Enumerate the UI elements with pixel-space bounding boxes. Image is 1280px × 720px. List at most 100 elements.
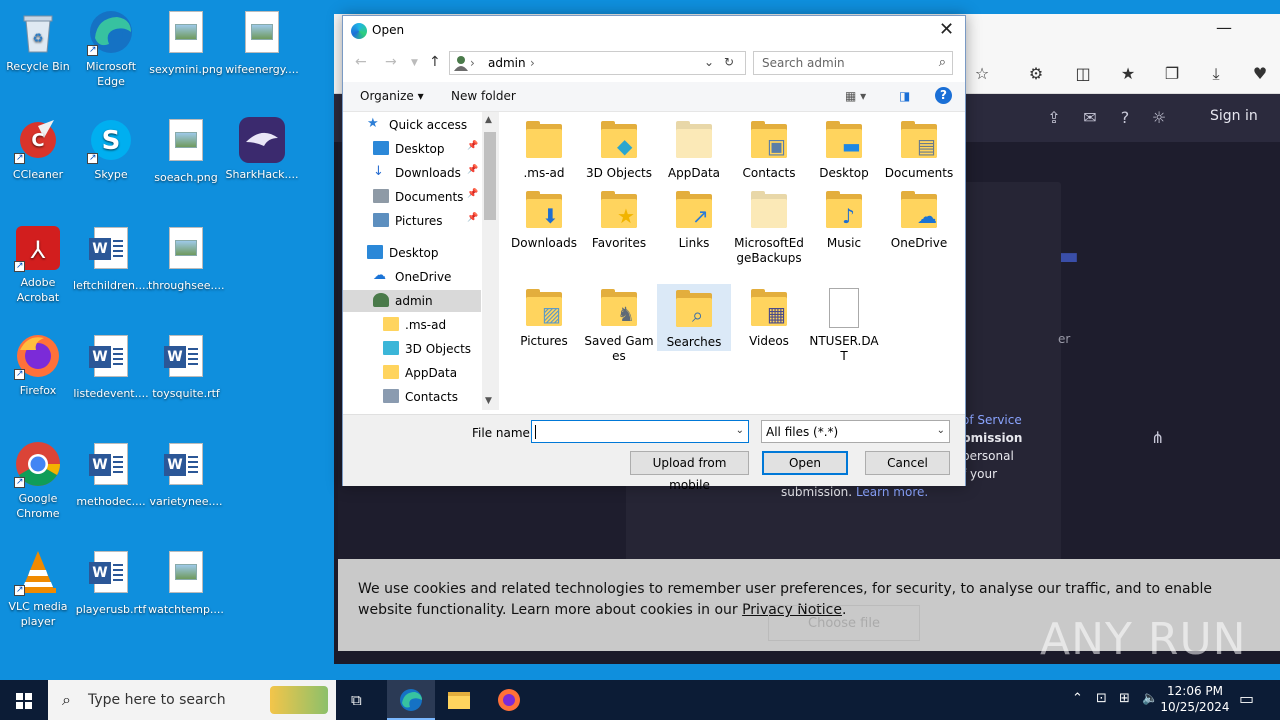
up-arrow-icon[interactable]: ↑ bbox=[429, 54, 441, 70]
split-screen-icon[interactable]: ◫ bbox=[1073, 64, 1093, 84]
file-tile[interactable]: ◆ 3D Objects bbox=[582, 116, 656, 181]
desktop-icon-word-file[interactable]: W playerusb.rtf bbox=[73, 548, 149, 617]
desktop-icon-image-file[interactable]: soeach.png bbox=[148, 116, 224, 185]
waveform-icon[interactable]: ⋔ bbox=[1151, 428, 1164, 447]
chevron-down-icon[interactable]: ⌄ bbox=[937, 425, 945, 436]
learn-more-link[interactable]: Learn more. bbox=[856, 485, 928, 499]
search-highlight-icon[interactable] bbox=[270, 686, 328, 714]
scroll-thumb[interactable] bbox=[484, 132, 496, 220]
nav-item[interactable]: Desktop 📌 bbox=[343, 138, 481, 160]
clock[interactable]: 12:06 PM 10/25/2024 bbox=[1160, 683, 1230, 715]
file-tile[interactable]: ♞ Saved Games bbox=[582, 284, 656, 364]
file-tile[interactable]: ☁ OneDrive bbox=[882, 186, 956, 251]
chevron-down-icon[interactable]: ⌄ bbox=[736, 425, 744, 436]
task-view-button[interactable]: ⧉ bbox=[336, 680, 384, 720]
desktop-icon-word-file[interactable]: W toysquite.rtf bbox=[148, 332, 224, 401]
show-hidden-icons-chevron-icon[interactable]: ⌃ bbox=[1072, 691, 1083, 706]
browser-essentials-icon[interactable]: ♥ bbox=[1250, 64, 1270, 84]
cancel-button[interactable]: Cancel bbox=[865, 451, 950, 475]
file-type-select[interactable]: All files (*.*) ⌄ bbox=[761, 420, 950, 443]
desktop-icon-acrobat[interactable]: ⅄ Adobe Acrobat bbox=[0, 224, 76, 305]
downloads-icon[interactable]: ⤓ bbox=[1206, 64, 1226, 84]
file-tile[interactable]: ♪ Music bbox=[807, 186, 881, 251]
file-tile[interactable]: NTUSER.DAT bbox=[807, 284, 881, 364]
file-tile[interactable]: ↗ Links bbox=[657, 186, 731, 251]
file-tile[interactable]: ▬ Desktop bbox=[807, 116, 881, 181]
theme-toggle-icon[interactable]: ☼ bbox=[1149, 108, 1169, 128]
forward-arrow-icon[interactable]: → bbox=[385, 54, 397, 70]
back-arrow-icon[interactable]: ← bbox=[355, 54, 367, 70]
taskbar-search[interactable]: ⌕ Type here to search bbox=[48, 680, 336, 720]
file-tile[interactable]: ▤ Documents bbox=[882, 116, 956, 181]
desktop-icon-firefox[interactable]: Firefox bbox=[0, 332, 76, 398]
new-folder-button[interactable]: New folder bbox=[451, 89, 516, 103]
nav-item[interactable]: .ms-ad bbox=[343, 314, 481, 336]
close-icon[interactable]: ✕ bbox=[939, 19, 954, 40]
desktop-icon-word-file[interactable]: W leftchildren.... bbox=[73, 224, 149, 293]
view-options-icon[interactable]: ▦ ▾ bbox=[845, 89, 866, 103]
navigation-scrollbar[interactable]: ▲ ▼ bbox=[482, 112, 499, 410]
nav-item[interactable]: Contacts bbox=[343, 386, 481, 408]
breadcrumb-admin[interactable]: admin bbox=[488, 56, 526, 70]
sign-in-button[interactable]: Sign in bbox=[1210, 108, 1258, 124]
favorites-icon[interactable]: ★ bbox=[1118, 64, 1138, 84]
desktop-icon-vlc[interactable]: VLC media player bbox=[0, 548, 76, 629]
collections-icon[interactable]: ❐ bbox=[1162, 64, 1182, 84]
address-dropdown-icon[interactable]: ⌄ bbox=[704, 55, 714, 69]
nav-item[interactable]: Desktop bbox=[343, 242, 481, 264]
organize-button[interactable]: Organize ▾ bbox=[360, 89, 424, 103]
desktop-icon-word-file[interactable]: W methodec.... bbox=[73, 440, 149, 509]
taskbar-file-explorer[interactable] bbox=[435, 680, 483, 720]
scroll-down-icon[interactable]: ▼ bbox=[485, 396, 492, 406]
desktop-icon-image-file[interactable]: watchtemp.... bbox=[148, 548, 224, 617]
scroll-up-icon[interactable]: ▲ bbox=[485, 115, 492, 125]
help-icon[interactable]: ? bbox=[935, 87, 952, 104]
desktop-icon-image-file[interactable]: throughsee.... bbox=[148, 224, 224, 293]
extensions-icon[interactable]: ⚙ bbox=[1026, 64, 1046, 84]
breadcrumb-separator-icon[interactable]: › bbox=[530, 56, 535, 70]
recent-locations-chevron-icon[interactable]: ▼ bbox=[411, 58, 418, 68]
desktop-icon-recycle-bin[interactable]: ♻ Recycle Bin bbox=[0, 8, 76, 74]
file-tile[interactable]: ⬇ Downloads bbox=[507, 186, 581, 251]
desktop-icon-sharkhack[interactable]: SharkHack.... bbox=[224, 116, 300, 182]
network-icon[interactable]: ⊞ bbox=[1119, 691, 1130, 706]
nav-item[interactable]: admin bbox=[343, 290, 481, 312]
desktop-icon-word-file[interactable]: W listedevent.... bbox=[73, 332, 149, 401]
nav-item[interactable]: ★ Quick access bbox=[343, 114, 481, 136]
choose-file-button[interactable]: Choose file bbox=[768, 605, 920, 641]
taskbar-firefox[interactable] bbox=[485, 680, 533, 720]
file-tile[interactable]: .ms-ad bbox=[507, 116, 581, 181]
terms-of-service-link[interactable]: of Service bbox=[962, 413, 1022, 427]
open-button[interactable]: Open bbox=[762, 451, 848, 475]
upload-icon[interactable]: ⇪ bbox=[1044, 108, 1064, 128]
refresh-icon[interactable]: ↻ bbox=[724, 55, 734, 69]
desktop-icon-image-file[interactable]: sexymini.png bbox=[148, 8, 224, 77]
minimize-icon[interactable]: — bbox=[1216, 18, 1232, 37]
file-tile[interactable]: ▣ Contacts bbox=[732, 116, 806, 181]
file-tile[interactable]: ⌕ Searches bbox=[657, 284, 731, 351]
nav-item[interactable]: AppData bbox=[343, 362, 481, 384]
file-tile[interactable]: ★ Favorites bbox=[582, 186, 656, 251]
device-icon[interactable]: ⊡ bbox=[1096, 691, 1107, 706]
file-tile[interactable]: ▦ Videos bbox=[732, 284, 806, 349]
desktop-icon-word-file[interactable]: W varietynee.... bbox=[148, 440, 224, 509]
nav-item[interactable]: Documents 📌 bbox=[343, 186, 481, 208]
desktop-icon-edge[interactable]: Microsoft Edge bbox=[73, 8, 149, 89]
preview-pane-icon[interactable]: ◨ bbox=[899, 89, 910, 103]
desktop-icon-image-file[interactable]: wifeenergy.... bbox=[224, 8, 300, 77]
taskbar-edge[interactable] bbox=[387, 680, 435, 720]
upload-from-mobile-button[interactable]: Upload from mobile bbox=[630, 451, 749, 492]
notifications-icon[interactable]: ✉ bbox=[1080, 108, 1100, 128]
nav-item[interactable]: ↓ Downloads 📌 bbox=[343, 162, 481, 184]
nav-item[interactable]: ☁ OneDrive bbox=[343, 266, 481, 288]
start-button[interactable] bbox=[0, 680, 48, 720]
desktop-icon-chrome[interactable]: Google Chrome bbox=[0, 440, 76, 521]
desktop-icon-skype[interactable]: S Skype bbox=[73, 116, 149, 182]
search-box[interactable]: Search admin ⌕ bbox=[753, 51, 953, 75]
file-tile[interactable]: ▨ Pictures bbox=[507, 284, 581, 349]
volume-icon[interactable]: 🔈 bbox=[1142, 691, 1158, 706]
notifications-icon[interactable]: ▭ bbox=[1239, 689, 1254, 708]
file-tile[interactable]: MicrosoftEdgeBackups bbox=[732, 186, 806, 266]
address-bar[interactable]: › admin › ⌄ ↻ bbox=[449, 51, 746, 75]
favorite-star-icon[interactable]: ☆ bbox=[972, 64, 992, 84]
